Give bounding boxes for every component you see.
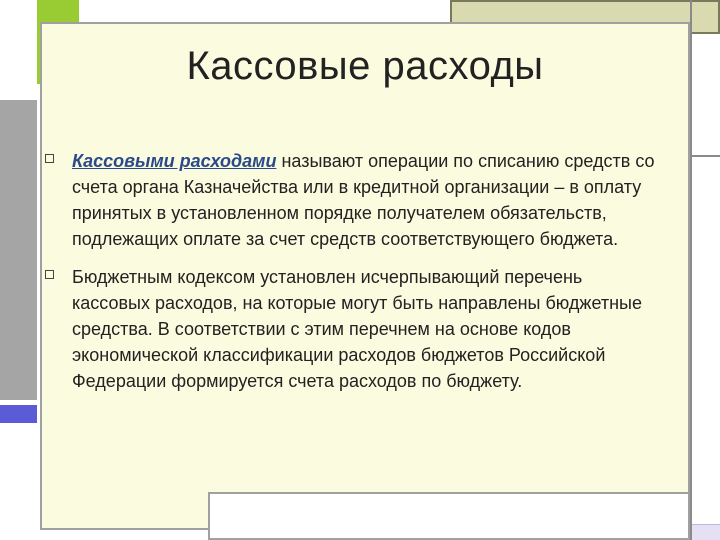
- square-bullet-icon: [45, 270, 54, 279]
- square-bullet-icon: [45, 154, 54, 163]
- defined-term: Кассовыми расходами: [72, 151, 277, 171]
- left-gray-stripe: [0, 100, 37, 400]
- slide-title: Кассовые расходы: [186, 44, 544, 88]
- bullet-text: Бюджетным кодексом установлен исчерпываю…: [72, 267, 642, 391]
- bullet-item: Кассовыми расходами называют операции по…: [40, 148, 660, 252]
- bullet-list: Кассовыми расходами называют операции по…: [40, 148, 660, 406]
- left-blue-stripe: [0, 405, 37, 423]
- right-tick: [690, 155, 720, 157]
- bullet-item: Бюджетным кодексом установлен исчерпываю…: [40, 264, 660, 394]
- right-divider: [690, 0, 692, 540]
- bottom-frame: [208, 492, 690, 540]
